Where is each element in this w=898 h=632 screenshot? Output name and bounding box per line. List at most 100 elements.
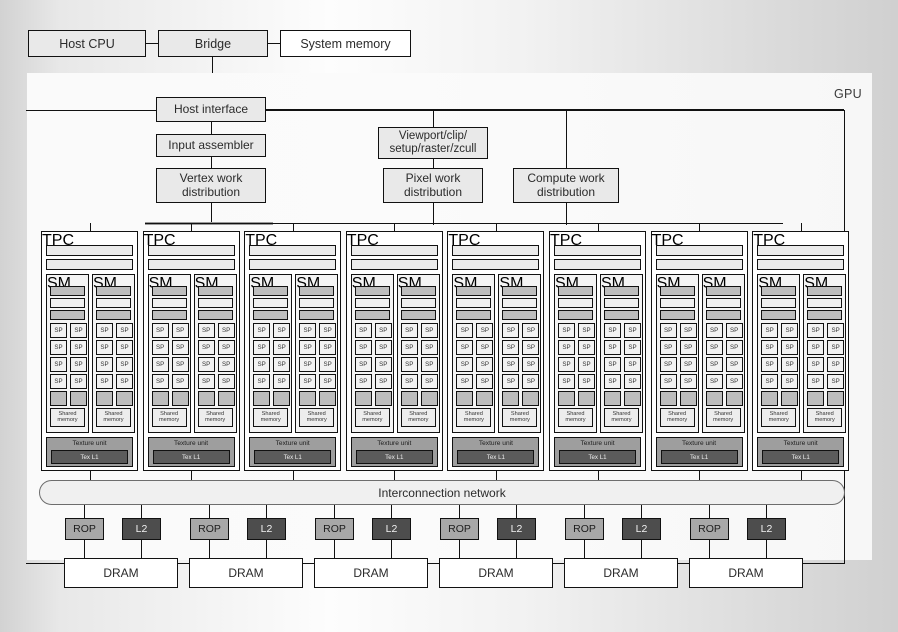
shared-memory-line2: memory xyxy=(57,416,78,423)
tpc-to-interconnect-connector xyxy=(598,471,599,480)
tpc-to-interconnect-connector xyxy=(801,471,802,480)
sp-core: SP xyxy=(420,357,438,372)
tpc-geometry-bar xyxy=(554,245,641,256)
sp-core: SP xyxy=(807,323,825,338)
sp-core: SP xyxy=(807,374,825,389)
sfu-unit xyxy=(50,391,67,406)
sp-core: SP xyxy=(116,323,133,338)
sp-core: SP xyxy=(197,374,215,389)
shared-memory-block: Shared memory xyxy=(604,408,639,427)
sp-core: SP xyxy=(400,374,418,389)
sp-core: SP xyxy=(319,357,337,372)
viewport-line2: setup/raster/zcull xyxy=(389,143,477,155)
rop-unit: ROP xyxy=(690,518,729,540)
tpc-feed-connector xyxy=(496,223,497,231)
sp-core: SP xyxy=(374,340,392,355)
sp-core: SP xyxy=(502,357,520,372)
tpc-block: TPC SM SP SP SP SP SP SP SP SP Shared memory SM SP SP S… xyxy=(41,231,138,471)
sp-core: SP xyxy=(374,374,392,389)
tpc-to-interconnect-connector xyxy=(191,471,192,480)
sp-core: SP xyxy=(273,357,291,372)
sm-mt-issue-bar xyxy=(604,298,639,308)
bridge-box: Bridge xyxy=(158,30,268,57)
sfu-unit xyxy=(659,391,677,406)
sm-constant-cache-bar xyxy=(151,310,187,320)
tpc-controller-bar xyxy=(249,259,337,270)
sp-core: SP xyxy=(781,374,799,389)
texture-unit-label: Texture unit xyxy=(580,440,615,447)
tpc-feed-connector xyxy=(801,223,802,231)
sp-core: SP xyxy=(299,323,317,338)
sp-core: SP xyxy=(96,374,113,389)
dram-module: DRAM xyxy=(189,558,303,588)
sp-core: SP xyxy=(354,357,372,372)
texture-unit-label: Texture unit xyxy=(682,440,717,447)
tex-l1-cache: Tex L1 xyxy=(457,450,535,464)
tpc-controller-bar xyxy=(554,259,641,270)
sp-core: SP xyxy=(456,357,474,372)
sm-constant-cache-bar xyxy=(299,310,335,320)
vertex-work-distribution-box: Vertex work distribution xyxy=(156,168,266,203)
sp-core: SP xyxy=(70,357,87,372)
sfu-unit xyxy=(456,391,474,406)
sp-core: SP xyxy=(273,323,291,338)
sp-core: SP xyxy=(827,374,845,389)
sm-block: SM SP SP SP SP SP SP SP SP Shared memory xyxy=(249,274,293,433)
input-assembler-label: Input assembler xyxy=(168,137,254,152)
sp-core: SP xyxy=(151,340,169,355)
sp-core: SP xyxy=(725,357,743,372)
sfu-unit xyxy=(319,391,337,406)
sp-core: SP xyxy=(456,374,474,389)
rop-unit: ROP xyxy=(440,518,479,540)
host-bus-to-viewport-connector xyxy=(433,109,434,127)
interconnection-network-label: Interconnection network xyxy=(378,485,506,500)
tpc-to-interconnect-connector xyxy=(293,471,294,480)
tex-l1-cache: Tex L1 xyxy=(254,450,332,464)
sp-core: SP xyxy=(420,340,438,355)
sm-constant-cache-bar xyxy=(50,310,85,320)
host-cpu-label: Host CPU xyxy=(59,36,115,51)
sp-core: SP xyxy=(50,323,67,338)
input-assembler-to-vertex-wd-connector xyxy=(211,157,212,168)
sm-mt-issue-bar xyxy=(502,298,538,308)
texture-unit-label: Texture unit xyxy=(478,440,513,447)
tpc-feed-connector xyxy=(598,223,599,231)
sfu-unit xyxy=(420,391,438,406)
sfu-unit xyxy=(476,391,494,406)
tpc-geometry-bar xyxy=(147,245,235,256)
sm-mt-issue-bar xyxy=(659,298,695,308)
sp-core: SP xyxy=(299,340,317,355)
texture-unit-label: Texture unit xyxy=(377,440,412,447)
interconnect-to-l2-connector xyxy=(266,505,267,518)
sfu-unit xyxy=(151,391,169,406)
shared-memory-line2: memory xyxy=(463,416,484,423)
tpc-block: TPC SM SP SP SP SP SP SP SP SP Shared memory SM SP SP S… xyxy=(752,231,850,471)
sm-instruction-cache-bar xyxy=(96,286,131,296)
tpc-block: TPC SM SP SP SP SP SP SP SP SP Shared memory SM SP SP S… xyxy=(650,231,748,471)
sm-instruction-cache-bar xyxy=(354,286,390,296)
sp-core: SP xyxy=(151,374,169,389)
shared-memory-line2: memory xyxy=(306,416,327,423)
texture-unit-block: Texture unit Tex L1 xyxy=(554,437,641,467)
sp-core: SP xyxy=(522,357,540,372)
tpc-controller-bar xyxy=(452,259,540,270)
tpc-to-interconnect-connector xyxy=(699,471,700,480)
interconnect-to-rop-connector xyxy=(584,505,585,518)
sp-core: SP xyxy=(604,357,621,372)
sp-core: SP xyxy=(725,340,743,355)
sp-core: SP xyxy=(807,340,825,355)
sm-mt-issue-bar xyxy=(705,298,741,308)
l2-cache: L2 xyxy=(247,518,286,540)
sp-core: SP xyxy=(781,323,799,338)
sm-instruction-cache-bar xyxy=(604,286,639,296)
shared-memory-block: Shared memory xyxy=(659,408,695,427)
sp-core: SP xyxy=(476,340,494,355)
tpc-feed-connector xyxy=(699,223,700,231)
shared-memory-line2: memory xyxy=(408,416,429,423)
tpc-geometry-bar xyxy=(350,245,438,256)
sp-core: SP xyxy=(319,374,337,389)
sp-core: SP xyxy=(558,323,575,338)
sm-instruction-cache-bar xyxy=(197,286,233,296)
shared-memory-block: Shared memory xyxy=(299,408,335,427)
rop-unit: ROP xyxy=(315,518,354,540)
